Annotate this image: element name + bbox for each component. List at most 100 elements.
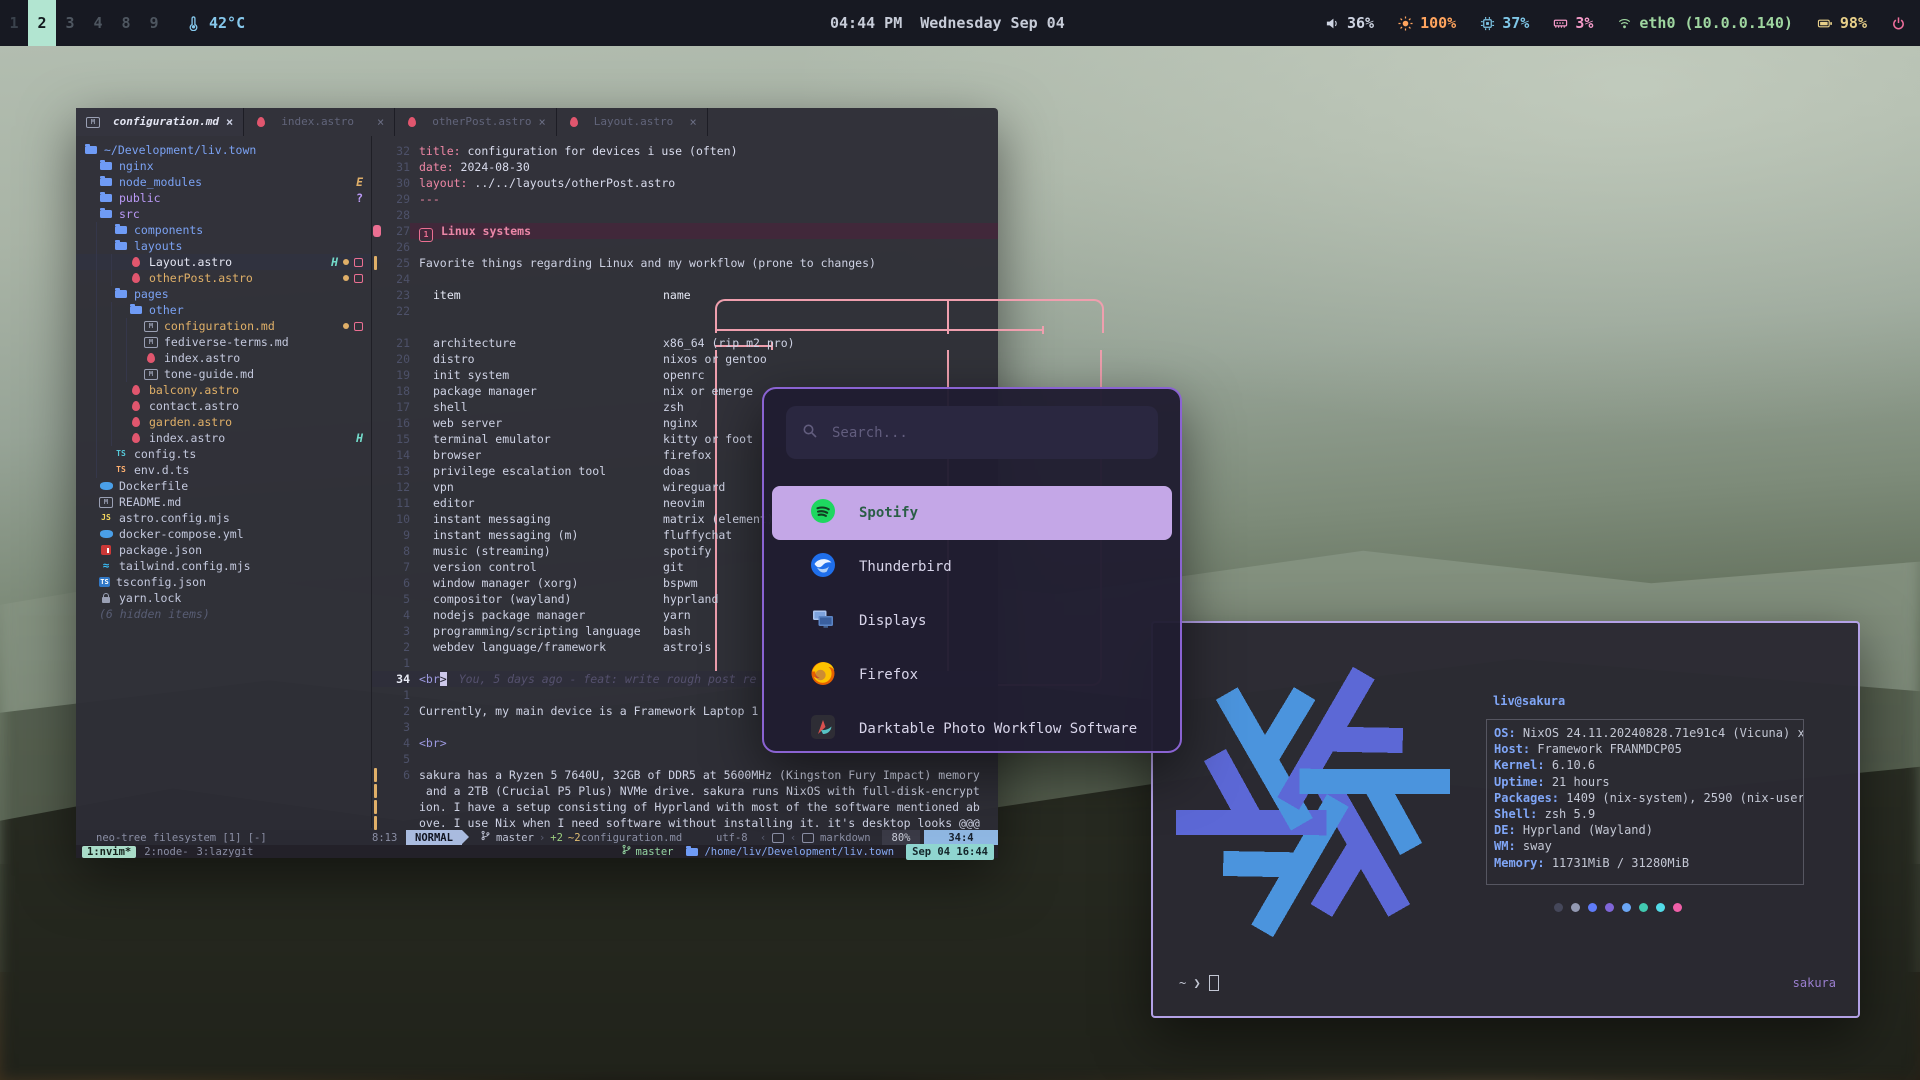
tab-Layout.astro[interactable]: Layout.astro× (557, 108, 708, 136)
tmux-tab-3:lazygit[interactable]: 3:lazygit (197, 846, 254, 858)
network-icon (1617, 16, 1632, 31)
buffer-line[interactable]: 22 (76, 303, 998, 319)
buffer-line[interactable]: 23itemname (76, 287, 998, 303)
palette-dot-6 (1656, 903, 1665, 912)
launcher-item-displays[interactable]: Displays (772, 594, 1172, 648)
fastfetch-user-host: liv@sakura (1493, 693, 1565, 709)
buffer-line[interactable]: 21architecturex86_64 (rip m2 pro) (76, 335, 998, 351)
close-icon[interactable]: × (377, 114, 384, 130)
launcher-item-firefox[interactable]: Firefox (772, 648, 1172, 702)
memory-icon (1553, 16, 1568, 31)
firefox-icon (810, 660, 836, 690)
volume-module[interactable]: 36% (1325, 14, 1374, 32)
tmux-git-branch: master (621, 844, 674, 860)
shell-prompt[interactable]: ~ ❯ (1179, 975, 1219, 991)
mode-indicator: NORMAL (406, 830, 462, 845)
battery-value: 98% (1840, 14, 1867, 32)
power-icon (1891, 16, 1906, 31)
fastfetch-shell: Shell: zsh 5.9 (1494, 806, 1803, 822)
launcher-item-label: Firefox (859, 667, 918, 683)
diff-added: +2 (550, 830, 563, 846)
battery-module[interactable]: 98% (1817, 14, 1867, 32)
buffer-line[interactable]: and a 2TB (Crucial P5 Plus) NVMe drive. … (76, 783, 998, 799)
buffer-line[interactable]: 20distronixos or gentoo (76, 351, 998, 367)
launcher-item-label: Spotify (859, 505, 918, 521)
memory-module[interactable]: 3% (1553, 14, 1593, 32)
workspace-3[interactable]: 3 (56, 0, 84, 46)
buffer-line[interactable]: 30layout: ../../layouts/otherPost.astro (76, 175, 998, 191)
astro-file-icon (405, 116, 419, 128)
close-icon[interactable]: × (226, 114, 233, 130)
close-icon[interactable]: × (690, 114, 697, 130)
thermometer-icon (186, 16, 201, 31)
buffer-line[interactable]: 19init systemopenrc (76, 367, 998, 383)
buffer-line[interactable]: 31date: 2024-08-30 (76, 159, 998, 175)
nixos-logo (1167, 647, 1459, 961)
buffer-line[interactable]: ion. I have a setup consisting of Hyprla… (76, 799, 998, 815)
buffer-line[interactable]: 29--- (76, 191, 998, 207)
network-value: eth0 (10.0.0.140) (1639, 14, 1793, 32)
fastfetch-kernel: Kernel: 6.10.6 (1494, 757, 1803, 773)
spotify-icon (810, 498, 836, 528)
buffer-line[interactable]: 5 (76, 751, 998, 767)
tab-index.astro[interactable]: index.astro× (244, 108, 395, 136)
launcher-search[interactable] (786, 406, 1158, 459)
launcher-item-label: Darktable Photo Workflow Software (859, 721, 1137, 737)
search-icon (802, 423, 818, 443)
git-branch-icon (480, 830, 491, 846)
tmux-status-bar: 1:nvim*2:node-3:lazygit master /home/liv… (76, 845, 998, 858)
palette-dot-4 (1622, 903, 1631, 912)
separator: › (539, 830, 545, 846)
workspace-9[interactable]: 9 (140, 0, 168, 46)
tmux-tab-2:node-[interactable]: 2:node- (144, 846, 188, 858)
search-input[interactable] (830, 424, 1142, 442)
buffer-line[interactable] (76, 319, 998, 335)
cpu-icon (1480, 16, 1495, 31)
cpu-module[interactable]: 37% (1480, 14, 1529, 32)
diff-changed: ~2 (568, 830, 581, 846)
palette-dot-2 (1588, 903, 1597, 912)
workspace-8[interactable]: 8 (112, 0, 140, 46)
buffer-line[interactable]: 32title: configuration for devices i use… (76, 143, 998, 159)
workspace-1[interactable]: 1 (0, 0, 28, 46)
temperature-module[interactable]: 42°C (186, 14, 245, 32)
buffer-line[interactable]: 6sakura has a Ryzen 5 7640U, 32GB of DDR… (76, 767, 998, 783)
launcher-item-darktable[interactable]: Darktable Photo Workflow Software (772, 702, 1172, 753)
tmux-tab-1:nvim*[interactable]: 1:nvim* (82, 846, 136, 858)
tab-otherPost.astro[interactable]: otherPost.astro× (395, 108, 557, 136)
buffer-line[interactable]: 28 (76, 207, 998, 223)
terminal-color-palette (1554, 903, 1682, 912)
power-module[interactable] (1891, 16, 1906, 31)
palette-dot-5 (1639, 903, 1648, 912)
brightness-module[interactable]: 100% (1398, 14, 1456, 32)
buffer-line[interactable]: 271Linux systems (76, 223, 998, 239)
status-bar: 123489 42°C 04:44 PM Wednesday Sep 04 36… (0, 0, 1920, 46)
status-modules: 36% 100% 37% 3% eth0 (10.0.0.140) 98% (1325, 0, 1906, 46)
battery-icon (1817, 16, 1833, 31)
launcher-item-spotify[interactable]: Spotify (772, 486, 1172, 540)
network-module[interactable]: eth0 (10.0.0.140) (1617, 14, 1793, 32)
workspace-4[interactable]: 4 (84, 0, 112, 46)
close-icon[interactable]: × (539, 114, 546, 130)
temperature-value: 42°C (209, 14, 245, 32)
launcher-item-thunderbird[interactable]: Thunderbird (772, 540, 1172, 594)
launcher-results: Spotify Thunderbird Displays Firefox Darktab… (772, 486, 1172, 753)
buffer-line[interactable]: 25Favorite things regarding Linux and my… (76, 255, 998, 271)
astro-file-icon (567, 116, 581, 128)
git-branch: master (496, 830, 534, 846)
table-separator-end (1042, 326, 1044, 334)
displays-icon (810, 606, 836, 636)
palette-dot-7 (1673, 903, 1682, 912)
tmux-datetime: Sep 04 16:44 (906, 844, 994, 860)
clock-module[interactable]: 04:44 PM Wednesday Sep 04 (830, 0, 1065, 46)
buffer-line[interactable]: 24 (76, 271, 998, 287)
buffer-line[interactable]: 26 (76, 239, 998, 255)
workspace-2[interactable]: 2 (28, 0, 56, 46)
launcher-item-label: Thunderbird (859, 559, 952, 575)
tab-configuration.md[interactable]: Mconfiguration.md× (76, 108, 244, 136)
brightness-value: 100% (1420, 14, 1456, 32)
git-branch-icon (621, 844, 632, 860)
cpu-value: 37% (1502, 14, 1529, 32)
fastfetch-uptime: Uptime: 21 hours (1494, 774, 1803, 790)
tab-label: configuration.md (113, 114, 219, 130)
